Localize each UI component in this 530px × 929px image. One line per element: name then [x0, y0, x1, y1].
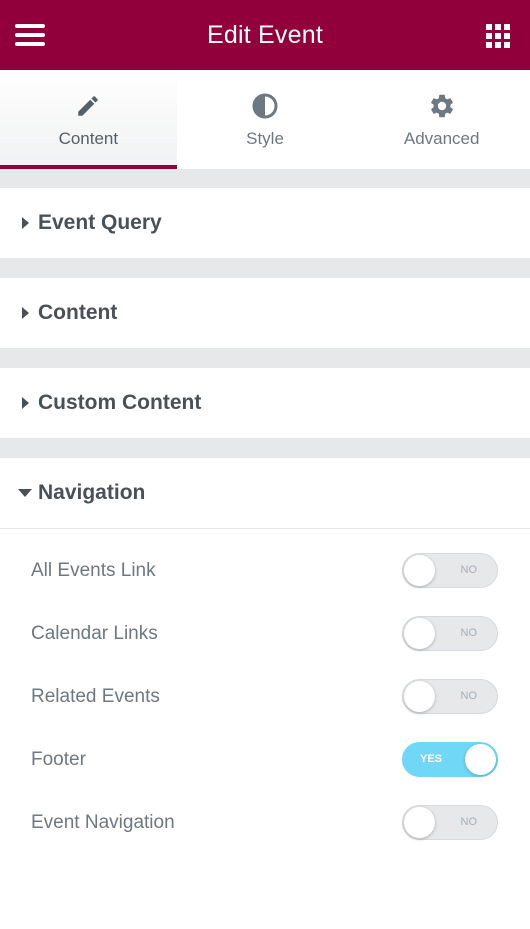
calendar-links-toggle[interactable]: NO: [402, 616, 498, 651]
control-row-footer: Footer YES: [0, 728, 530, 791]
section-event-query[interactable]: Event Query: [0, 188, 530, 258]
control-label: All Events Link: [31, 559, 156, 581]
control-label: Related Events: [31, 685, 160, 707]
half-circle-icon: [251, 92, 279, 120]
caret-right-icon: [21, 397, 29, 409]
divider: [0, 169, 530, 188]
toggle-knob: [404, 555, 435, 586]
section-content[interactable]: Content: [0, 278, 530, 348]
gear-icon: [428, 92, 456, 120]
footer-toggle[interactable]: YES: [402, 742, 498, 777]
hamburger-menu-icon[interactable]: [15, 24, 45, 46]
tab-style[interactable]: Style: [177, 70, 354, 169]
toggle-state-text: NO: [460, 627, 478, 639]
toggle-knob: [465, 744, 496, 775]
section-navigation[interactable]: Navigation: [0, 458, 530, 529]
toggle-state-text: NO: [460, 690, 478, 702]
divider: [0, 348, 530, 368]
toggle-state-text: YES: [420, 753, 443, 765]
tab-advanced[interactable]: Advanced: [353, 70, 530, 169]
section-custom-content[interactable]: Custom Content: [0, 368, 530, 438]
section-title: Event Query: [38, 211, 162, 234]
control-label: Calendar Links: [31, 622, 158, 644]
toggle-knob: [404, 681, 435, 712]
control-label: Event Navigation: [31, 811, 175, 833]
toggle-knob: [404, 807, 435, 838]
panel-tabs: Content Style Advanced: [0, 70, 530, 169]
control-row-related-events: Related Events NO: [0, 665, 530, 728]
control-label: Footer: [31, 748, 86, 770]
tab-label: Content: [58, 129, 119, 148]
section-title: Custom Content: [38, 391, 202, 414]
app-header: Edit Event: [0, 0, 530, 70]
related-events-toggle[interactable]: NO: [402, 679, 498, 714]
section-title: Content: [38, 301, 118, 324]
control-row-all-events-link: All Events Link NO: [0, 539, 530, 602]
grid-apps-icon[interactable]: [486, 24, 510, 48]
toggle-knob: [404, 618, 435, 649]
event-navigation-toggle[interactable]: NO: [402, 805, 498, 840]
divider: [0, 258, 530, 278]
divider: [0, 438, 530, 458]
section-title: Navigation: [38, 481, 146, 504]
caret-down-icon: [18, 489, 32, 497]
pencil-icon: [74, 92, 102, 120]
toggle-state-text: NO: [460, 816, 478, 828]
control-row-event-navigation: Event Navigation NO: [0, 791, 530, 854]
page-title: Edit Event: [207, 20, 323, 49]
caret-right-icon: [21, 217, 29, 229]
control-row-calendar-links: Calendar Links NO: [0, 602, 530, 665]
caret-right-icon: [21, 307, 29, 319]
toggle-state-text: NO: [460, 564, 478, 576]
all-events-link-toggle[interactable]: NO: [402, 553, 498, 588]
tab-content[interactable]: Content: [0, 70, 177, 169]
navigation-controls: All Events Link NO Calendar Links NO Rel…: [0, 529, 530, 929]
tab-label: Style: [246, 129, 284, 148]
tab-label: Advanced: [403, 129, 480, 148]
